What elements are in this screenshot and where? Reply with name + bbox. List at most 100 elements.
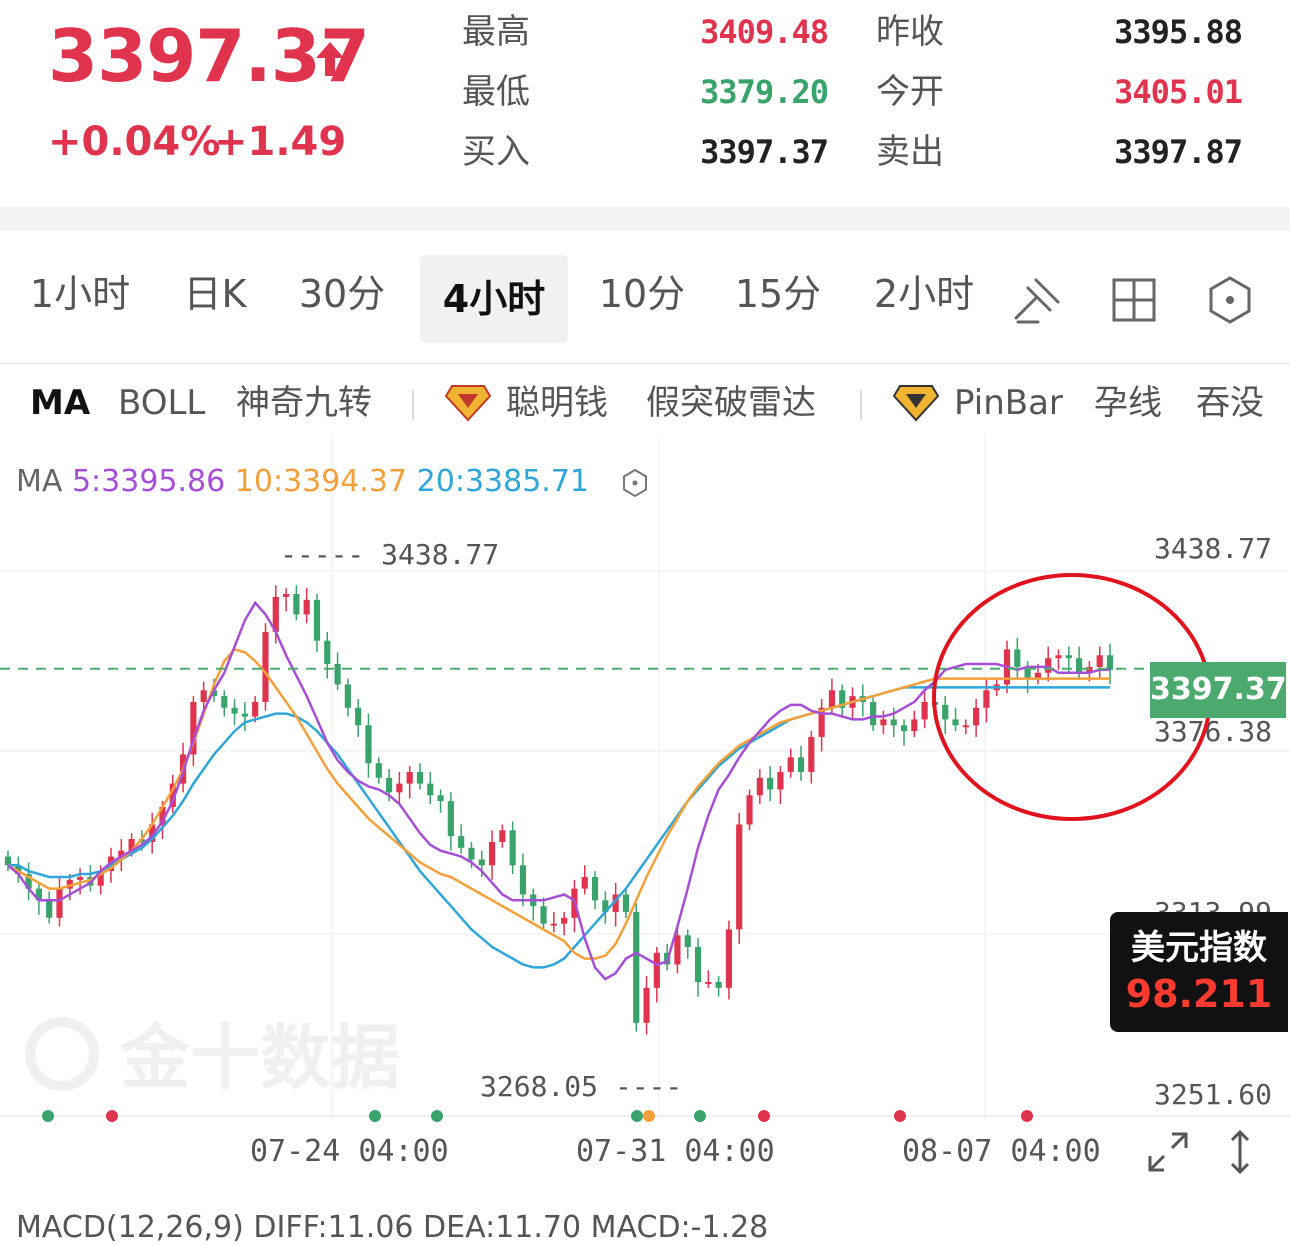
ma20-value: 20:3385.71 xyxy=(416,464,589,499)
tab-4h[interactable]: 4小时 xyxy=(420,255,568,343)
current-price-tag: 3397.37 xyxy=(1150,662,1287,718)
stat-label-ask: 卖出 xyxy=(876,132,944,172)
layout-grid-icon[interactable] xyxy=(1104,270,1164,330)
tab-daily[interactable]: 日K xyxy=(160,250,270,338)
usd-index-value: 98.211 xyxy=(1125,972,1273,1016)
candle-body xyxy=(488,841,496,866)
indicator-pinbar[interactable]: PinBar xyxy=(954,380,1063,426)
x-axis-label: 08-07 04:00 xyxy=(902,1134,1101,1169)
x-axis-label: 07-24 04:00 xyxy=(250,1134,449,1169)
candle-body xyxy=(231,707,238,714)
indicator-ma[interactable]: MA xyxy=(30,380,90,426)
candle-body xyxy=(221,696,228,708)
candle-body xyxy=(324,640,331,665)
low-annotation: 3268.05 ---- xyxy=(480,1070,682,1103)
candle-body xyxy=(499,830,506,842)
candle-body xyxy=(344,684,351,708)
candle-body xyxy=(942,704,949,720)
candle-body xyxy=(622,894,630,912)
settings-hex-icon[interactable] xyxy=(1200,270,1260,330)
candle-body xyxy=(591,876,599,901)
indicator-engulfing[interactable]: 吞没 xyxy=(1196,380,1264,426)
candle-body xyxy=(200,690,207,702)
candle-body xyxy=(406,771,413,784)
candle-body xyxy=(653,952,660,988)
candle-body xyxy=(870,701,877,726)
candle-body xyxy=(334,664,341,685)
candle-body xyxy=(540,906,547,924)
section-divider xyxy=(0,207,1290,231)
tab-30m[interactable]: 30分 xyxy=(282,250,402,338)
diamond-vip-icon xyxy=(892,385,940,422)
usd-index-badge[interactable]: 美元指数 98.211 xyxy=(1110,912,1288,1032)
candle-body xyxy=(478,859,485,866)
indicator-smart-money[interactable]: 聪明钱 xyxy=(506,380,608,426)
vertical-scale-icon[interactable] xyxy=(1220,1128,1260,1176)
candle-body xyxy=(427,783,434,796)
candle-body xyxy=(77,876,84,880)
stat-value-bid: 3397.37 xyxy=(700,133,829,171)
candle-body xyxy=(1096,655,1103,667)
candle-body xyxy=(973,707,980,726)
y-axis-label: 3376.38 xyxy=(1154,715,1272,748)
candle-body xyxy=(282,594,290,597)
ma10-value: 10:3394.37 xyxy=(234,464,408,499)
candle-body xyxy=(1065,655,1072,659)
signal-dot xyxy=(42,1110,54,1122)
indicator-bar: MA BOLL 神奇九转 聪明钱 假突破雷达 PinBar 孕线 吞没 xyxy=(0,370,1290,436)
signal-dot xyxy=(894,1110,906,1122)
candle-body xyxy=(1106,655,1114,670)
tab-2h[interactable]: 2小时 xyxy=(856,250,992,338)
candle-body xyxy=(633,911,640,1023)
candle-body xyxy=(1045,658,1052,673)
candle-body xyxy=(241,713,248,717)
candle-body xyxy=(46,900,53,918)
stat-value-high: 3409.48 xyxy=(700,13,829,51)
candle-body xyxy=(262,631,269,702)
candle-body xyxy=(375,763,382,778)
indicator-magic-nine[interactable]: 神奇九转 xyxy=(236,380,372,426)
indicator-false-breakout[interactable]: 假突破雷达 xyxy=(646,380,816,426)
stat-value-ask: 3397.87 xyxy=(1114,133,1243,171)
signal-dot xyxy=(643,1110,655,1122)
diamond-vip-icon xyxy=(444,385,492,422)
stat-label-open: 今开 xyxy=(876,72,944,112)
candle-body xyxy=(725,929,733,988)
signal-dot xyxy=(758,1110,770,1122)
candle-body xyxy=(890,719,897,726)
draw-tool-icon[interactable] xyxy=(1008,270,1068,330)
ma-legend-prefix: MA xyxy=(16,464,63,499)
tab-10m[interactable]: 10分 xyxy=(582,250,702,338)
tab-1h[interactable]: 1小时 xyxy=(10,250,150,338)
fullscreen-expand-icon[interactable] xyxy=(1144,1128,1192,1176)
change-absolute: +1.49 xyxy=(214,119,347,165)
candle-body xyxy=(1014,649,1021,667)
stat-label-bid: 买入 xyxy=(462,132,530,172)
ma-legend: MA 5:3395.86 10:3394.37 20:3385.71 xyxy=(16,462,651,502)
stat-value-open: 3405.01 xyxy=(1114,73,1243,111)
candle-body xyxy=(303,599,310,615)
candle-body xyxy=(509,830,516,866)
tab-15m[interactable]: 15分 xyxy=(718,250,838,338)
indicator-harami[interactable]: 孕线 xyxy=(1094,380,1162,426)
candle-body xyxy=(756,777,763,796)
candle-body xyxy=(561,917,568,924)
signal-dot xyxy=(369,1110,381,1122)
candle-body xyxy=(355,707,362,726)
candle-body xyxy=(581,876,588,889)
candle-body xyxy=(983,690,990,708)
ma-settings-icon[interactable] xyxy=(619,467,651,499)
candlestick-chart[interactable]: 金十数据3438.773376.383313.993251.60----- 34… xyxy=(0,436,1290,1196)
candle-body xyxy=(880,719,887,726)
signal-dot xyxy=(1021,1110,1033,1122)
candle-body xyxy=(797,757,805,772)
candle-body xyxy=(952,719,959,726)
watermark-logo-icon xyxy=(25,1017,99,1091)
candle-body xyxy=(458,836,465,848)
indicator-boll[interactable]: BOLL xyxy=(118,380,205,426)
candle-body xyxy=(365,725,372,764)
candle-body xyxy=(684,935,691,947)
candle-body xyxy=(550,923,557,926)
candle-body xyxy=(643,987,650,1023)
signal-dot xyxy=(694,1110,706,1122)
